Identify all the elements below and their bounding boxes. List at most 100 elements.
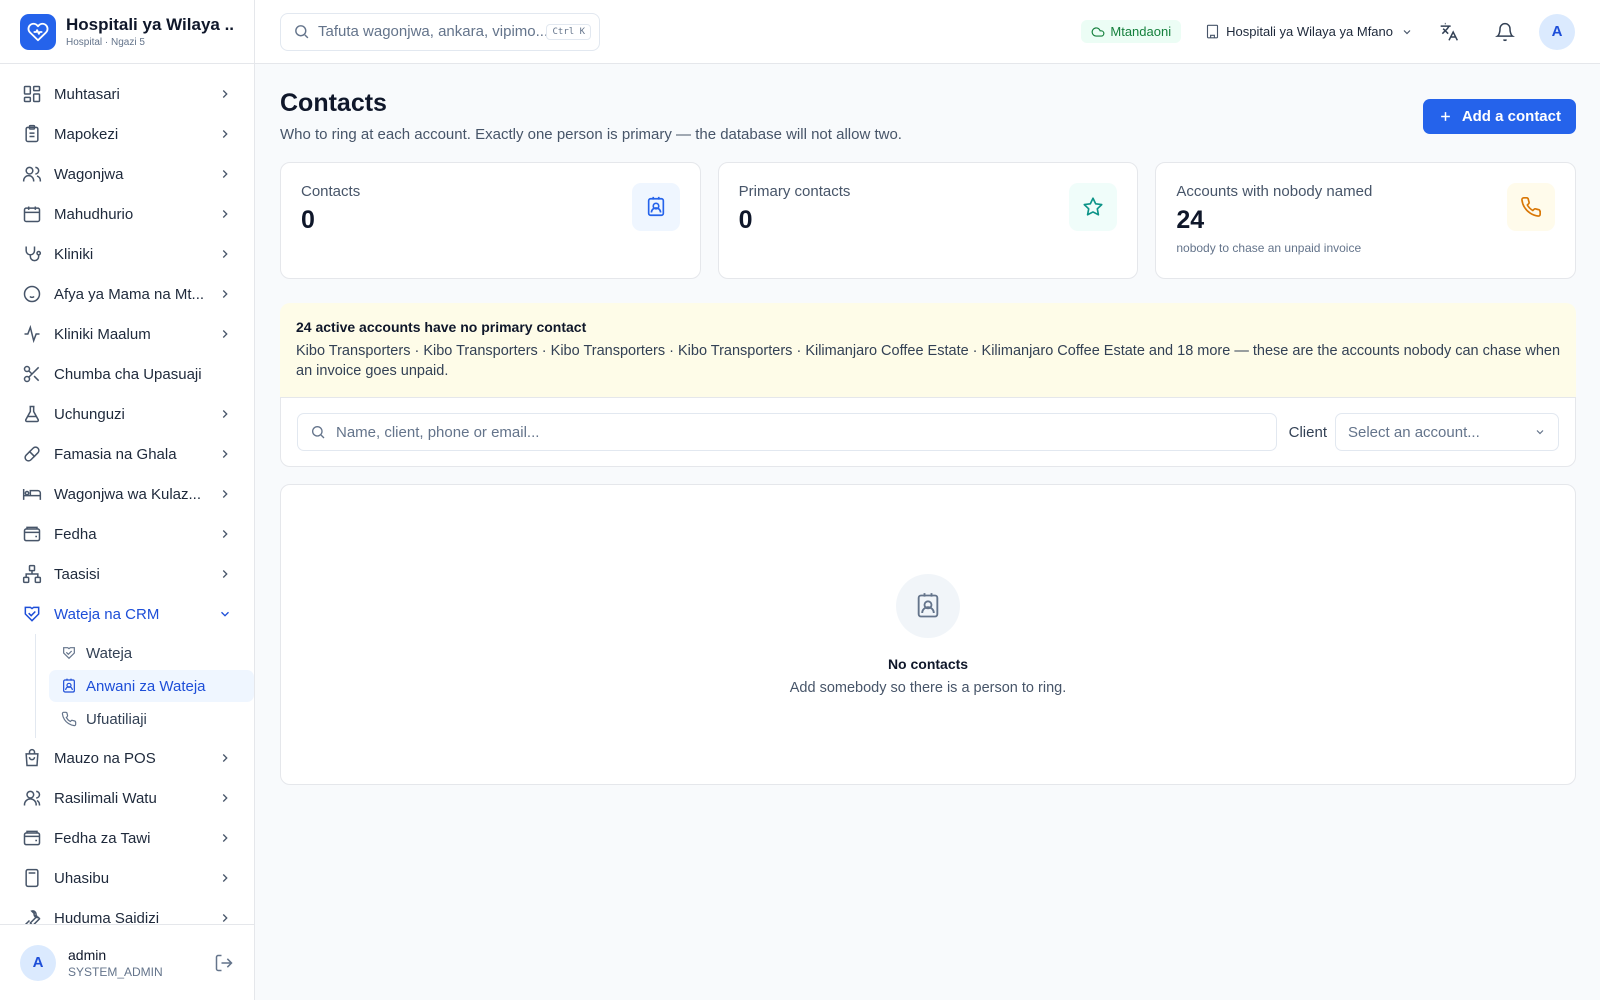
cloud-icon (1091, 26, 1105, 37)
facility-selector[interactable]: Hospitali ya Wilaya ya Mfano (1205, 24, 1413, 39)
clipboard-icon (25, 124, 39, 143)
user-bar: A admin SYSTEM_ADMIN (0, 924, 254, 1000)
crm-subnav: Wateja Anwani za Wateja Ufuatiliaji (35, 634, 254, 738)
chevron-right-icon (222, 914, 228, 922)
contact-icon (896, 573, 960, 638)
phone-icon (1507, 183, 1556, 231)
chevron-down-icon (1403, 29, 1411, 34)
chevron-right-icon (222, 834, 228, 842)
network-icon (22, 564, 42, 584)
sidebar-item-huduma-saidizi[interactable]: Huduma Saidizi (0, 898, 254, 924)
sidebar-item-famasia[interactable]: Famasia na Ghala (0, 434, 254, 474)
bed-icon (22, 489, 42, 500)
chevron-right-icon (222, 330, 228, 338)
empty-state: No contacts Add somebody so there is a p… (280, 484, 1576, 785)
sidebar-item-taasisi[interactable]: Taasisi (0, 554, 254, 594)
global-search[interactable]: Ctrl K (280, 12, 600, 51)
brand[interactable]: Hospitali ya Wilaya ... Hospital · Ngazi… (0, 0, 254, 64)
stat-card-accounts-without-contact: Accounts with nobody named 24 nobody to … (1155, 162, 1577, 279)
building-icon (1207, 24, 1219, 39)
sidebar-subitem-label: Ufuatiliaji (86, 710, 147, 728)
wallet-icon (23, 830, 41, 846)
page-subtitle: Who to ring at each account. Exactly one… (280, 126, 902, 143)
sidebar-item-afya-ya-mama[interactable]: Afya ya Mama na Mt... (0, 274, 254, 314)
warning-text: Kibo Transporters · Kibo Transporters · … (296, 343, 1561, 379)
sidebar-item-wagonjwa[interactable]: Wagonjwa (0, 154, 254, 194)
chevron-right-icon (222, 130, 228, 138)
calendar-icon (23, 206, 41, 223)
pill-icon (24, 446, 40, 462)
sidebar-item-label: Famasia na Ghala (54, 445, 177, 463)
sidebar-item-muhtasari[interactable]: Muhtasari (0, 74, 254, 114)
contact-search-input[interactable] (336, 423, 1264, 441)
add-contact-button[interactable]: Add a contact (1422, 99, 1576, 134)
stat-card-contacts: Contacts 0 (280, 162, 701, 279)
sidebar-item-label: Fedha za Tawi (54, 829, 151, 847)
stat-value: 24 (1176, 206, 1205, 234)
sidebar-item-mapokezi[interactable]: Mapokezi (0, 114, 254, 154)
chevron-right-icon (222, 794, 228, 802)
sidebar-item-label: Wagonjwa (54, 165, 124, 183)
sidebar-item-mauzo-na-pos[interactable]: Mauzo na POS (0, 738, 254, 778)
shopping-bag-icon (25, 748, 39, 767)
sidebar-item-label: Uhasibu (54, 869, 110, 887)
chevron-down-icon (1536, 430, 1544, 435)
sidebar-item-uchunguzi[interactable]: Uchunguzi (0, 394, 254, 434)
sidebar-item-fedha[interactable]: Fedha (0, 514, 254, 554)
sidebar-item-label: Afya ya Mama na Mt... (54, 285, 205, 303)
sidebar-item-wateja-na-crm[interactable]: Wateja na CRM (0, 594, 254, 634)
users-icon (22, 166, 42, 182)
chevron-right-icon (222, 450, 228, 458)
stat-label: Accounts with nobody named (1176, 183, 1373, 200)
language-button[interactable] (1429, 12, 1469, 52)
sidebar-subitem-anwani-za-wateja[interactable]: Anwani za Wateja (49, 670, 254, 702)
sidebar-item-mahudhurio[interactable]: Mahudhurio (0, 194, 254, 234)
stat-label: Primary contacts (738, 183, 851, 200)
main-content: Contacts Who to ring at each account. Ex… (280, 64, 1577, 785)
sidebar-item-chumba-cha-upasuaji[interactable]: Chumba cha Upasuaji (0, 354, 254, 394)
brand-title: Hospitali ya Wilaya ... (66, 15, 234, 34)
chevron-down-icon (221, 611, 229, 617)
sidebar-item-kliniki-maalum[interactable]: Kliniki Maalum (0, 314, 254, 354)
notifications-button[interactable] (1485, 12, 1525, 52)
chevron-right-icon (222, 490, 228, 498)
sidebar-item-fedha-za-tawi[interactable]: Fedha za Tawi (0, 818, 254, 858)
brand-subtitle: Hospital · Ngazi 5 (66, 37, 145, 48)
topbar: Ctrl K Mtandaoni Hospitali ya Wilaya ya … (255, 0, 1600, 64)
user-avatar-button[interactable]: A (1539, 13, 1575, 50)
sidebar-item-rasilimali-watu[interactable]: Rasilimali Watu (0, 778, 254, 818)
sidebar-subitem-label: Wateja (86, 644, 133, 662)
scissors-icon (23, 365, 40, 383)
chevron-right-icon (222, 170, 228, 178)
sidebar-subitem-ufuatiliaji[interactable]: Ufuatiliaji (49, 703, 254, 735)
chevron-right-icon (222, 90, 228, 98)
status-badge-label: Mtandaoni (1110, 24, 1172, 39)
filter-bar: Client Select an account... (280, 397, 1576, 467)
sidebar-item-uhasibu[interactable]: Uhasibu (0, 858, 254, 898)
sidebar-item-label: Wateja na CRM (54, 605, 160, 623)
global-search-input[interactable] (318, 23, 547, 40)
sidebar-item-label: Kliniki (54, 245, 94, 263)
search-icon (295, 25, 309, 39)
contact-search[interactable] (297, 413, 1277, 451)
client-select[interactable]: Select an account... (1335, 413, 1559, 451)
sidebar-subitem-wateja[interactable]: Wateja (49, 637, 254, 669)
search-icon (312, 426, 325, 439)
chevron-right-icon (222, 410, 228, 418)
calculator-icon (25, 868, 39, 888)
sidebar-item-wagonjwa-wa-kulaza[interactable]: Wagonjwa wa Kulaz... (0, 474, 254, 514)
avatar[interactable]: A (20, 944, 56, 981)
sidebar-item-kliniki[interactable]: Kliniki (0, 234, 254, 274)
chevron-right-icon (222, 570, 228, 578)
sidebar-subitem-label: Anwani za Wateja (86, 677, 206, 695)
contact-icon (631, 183, 680, 231)
chevron-right-icon (222, 210, 228, 218)
activity-icon (24, 324, 40, 344)
sidebar-item-label: Taasisi (54, 565, 100, 583)
logout-icon[interactable] (214, 953, 234, 973)
contact-icon (63, 678, 75, 693)
chevron-right-icon (222, 754, 228, 762)
chevron-right-icon (222, 290, 228, 298)
baby-icon (23, 285, 41, 303)
handshake-icon (24, 606, 40, 622)
